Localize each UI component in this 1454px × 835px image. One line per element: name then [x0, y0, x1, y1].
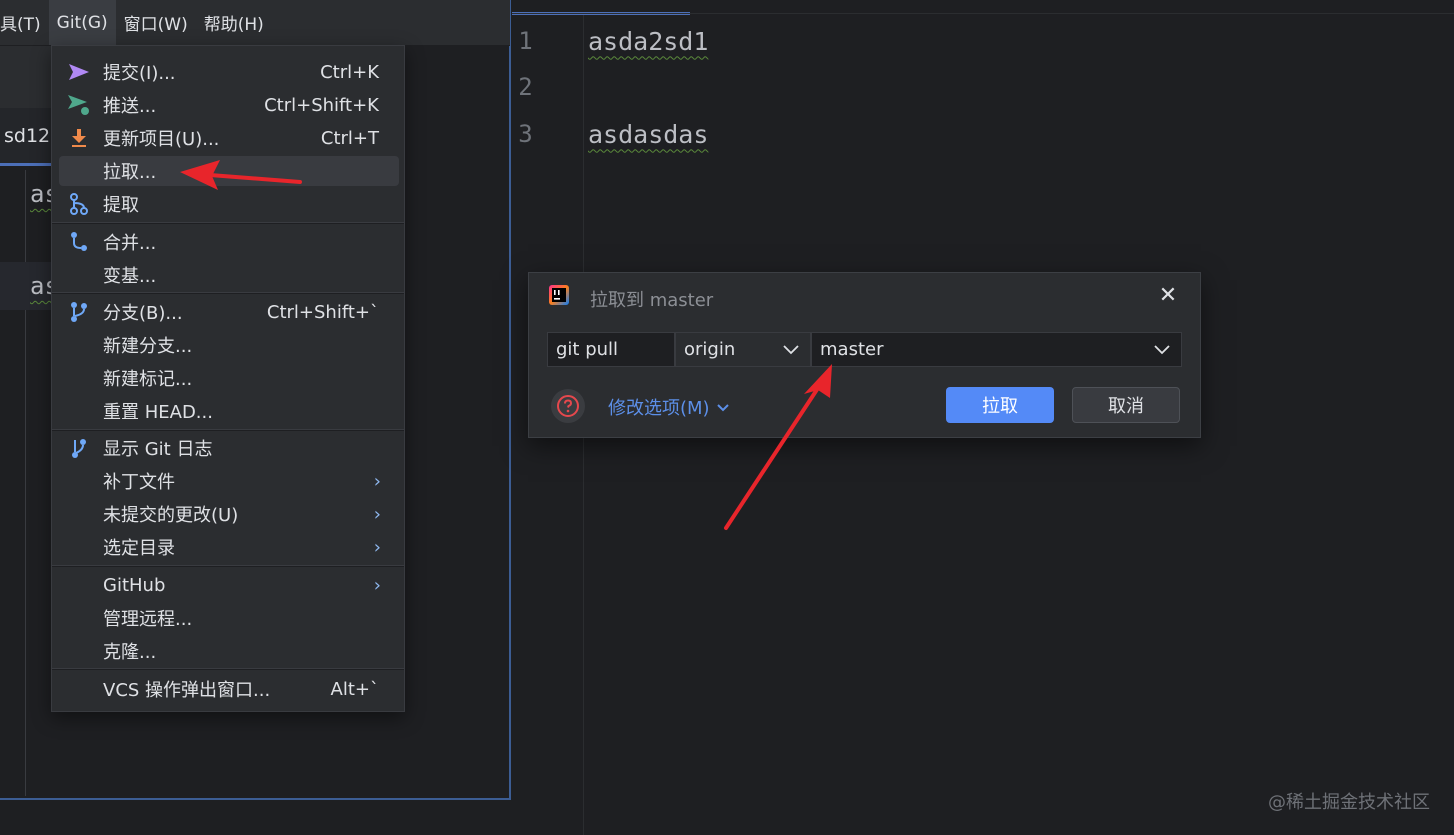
menu-item-label: 重置 HEAD... [103, 402, 213, 423]
chevron-right-icon: › [373, 503, 381, 525]
menu-window[interactable]: 窗口(W) [116, 0, 196, 45]
menu-item-shortcut: Alt+` [330, 678, 379, 700]
menu-bar: 具(T) Git(G) 窗口(W) 帮助(H) [0, 0, 510, 46]
merge-icon [67, 230, 91, 254]
menu-separator [52, 668, 404, 670]
chevron-right-icon: › [373, 470, 381, 492]
branch-select[interactable]: master [811, 332, 1182, 367]
menu-git[interactable]: Git(G) [48, 0, 116, 45]
help-icon[interactable] [551, 389, 585, 423]
modify-options-label: 修改选项(M) [608, 398, 710, 419]
toolbar-strip [0, 46, 52, 108]
menu-item-branches[interactable]: 分支(B)... Ctrl+Shift+` [59, 297, 399, 327]
branch-icon [67, 300, 91, 324]
menu-item-clone[interactable]: 克隆... [59, 636, 399, 666]
modify-options-link[interactable]: 修改选项(M) [608, 394, 730, 420]
menu-separator [52, 222, 404, 224]
menu-item-label: 选定目录 [103, 538, 175, 559]
chevron-down-icon [1153, 340, 1171, 363]
chevron-down-icon [782, 340, 800, 363]
menu-item-label: 未提交的更改(U) [103, 505, 239, 526]
push-icon [67, 93, 91, 117]
menu-item-shortcut: Ctrl+Shift+` [266, 301, 379, 323]
menu-item-merge[interactable]: 合并... [59, 227, 399, 257]
code-text[interactable]: asdasdas [588, 120, 708, 149]
menu-item-shortcut: Ctrl+K [320, 61, 379, 83]
chevron-down-icon [716, 404, 729, 412]
menu-item-shortcut: Ctrl+T [320, 127, 379, 149]
menu-item-fetch[interactable]: 提取 [59, 189, 399, 219]
menu-item-patch-file[interactable]: 补丁文件 › [59, 466, 399, 496]
menu-item-selected-directory[interactable]: 选定目录 › [59, 532, 399, 562]
menu-item-label: 变基... [103, 266, 157, 287]
menu-item-reset-head[interactable]: 重置 HEAD... [59, 396, 399, 426]
menu-item-label: 推送... [103, 96, 157, 117]
menu-item-update-project[interactable]: 更新项目(U)... Ctrl+T [59, 123, 399, 153]
chevron-right-icon: › [373, 536, 381, 558]
menu-item-label: VCS 操作弹出窗口... [103, 680, 271, 701]
watermark: @稀土掘金技术社区 [1268, 792, 1430, 813]
remote-select[interactable]: origin [675, 332, 811, 367]
active-tab-indicator [0, 163, 52, 166]
menu-separator [52, 429, 404, 431]
commit-icon [67, 60, 91, 84]
fetch-icon [67, 192, 91, 216]
menu-item-label: 拉取... [103, 162, 157, 183]
git-menu-dropdown: 提交(I)... Ctrl+K 推送... Ctrl+Shift+K 更新项目(… [51, 45, 405, 712]
menu-item-github[interactable]: GitHub › [59, 570, 399, 600]
menu-item-label: GitHub [103, 574, 166, 596]
menu-item-commit[interactable]: 提交(I)... Ctrl+K [59, 57, 399, 87]
app-logo-icon [549, 285, 569, 305]
branch-value: master [820, 339, 884, 360]
menu-item-new-tag[interactable]: 新建标记... [59, 363, 399, 393]
menu-separator [52, 292, 404, 294]
cancel-button[interactable]: 取消 [1072, 387, 1180, 423]
git-command-value: git pull [556, 339, 619, 360]
menu-item-pull[interactable]: 拉取... [59, 156, 399, 186]
menu-item-label: 显示 Git 日志 [103, 439, 213, 460]
menu-item-show-git-log[interactable]: 显示 Git 日志 [59, 433, 399, 463]
menu-item-label: 管理远程... [103, 609, 193, 630]
pull-button[interactable]: 拉取 [946, 387, 1054, 423]
update-icon [67, 126, 91, 150]
menu-item-manage-remotes[interactable]: 管理远程... [59, 603, 399, 633]
menu-tools[interactable]: 具(T) [0, 0, 49, 45]
dialog-title: 拉取到 master [590, 290, 714, 311]
close-icon[interactable]: ✕ [1156, 283, 1180, 308]
menu-item-label: 克隆... [103, 642, 157, 663]
git-command-field: git pull [547, 332, 675, 367]
editor-top-border [512, 13, 1454, 14]
menu-item-rebase[interactable]: 变基... [59, 260, 399, 290]
menu-item-label: 补丁文件 [103, 472, 175, 493]
menu-item-label: 新建分支... [103, 336, 193, 357]
pull-dialog: 拉取到 master ✕ git pull origin master 修改选项… [528, 272, 1201, 438]
menu-help[interactable]: 帮助(H) [196, 0, 272, 45]
menu-item-label: 提交(I)... [103, 63, 176, 84]
git-log-icon [67, 436, 91, 460]
menu-item-label: 分支(B)... [103, 303, 183, 324]
code-text[interactable]: asda2sd1 [588, 27, 708, 56]
menu-item-label: 更新项目(U)... [103, 129, 220, 150]
menu-item-new-branch[interactable]: 新建分支... [59, 330, 399, 360]
menu-item-uncommitted-changes[interactable]: 未提交的更改(U) › [59, 499, 399, 529]
menu-item-label: 合并... [103, 233, 157, 254]
menu-separator [52, 565, 404, 567]
menu-item-label: 新建标记... [103, 369, 193, 390]
menu-item-shortcut: Ctrl+Shift+K [264, 94, 379, 116]
remote-value: origin [684, 339, 736, 360]
menu-item-push[interactable]: 推送... Ctrl+Shift+K [59, 90, 399, 120]
chevron-right-icon: › [373, 574, 381, 596]
menu-item-vcs-popup[interactable]: VCS 操作弹出窗口... Alt+` [59, 674, 399, 704]
menu-item-label: 提取 [103, 195, 139, 216]
